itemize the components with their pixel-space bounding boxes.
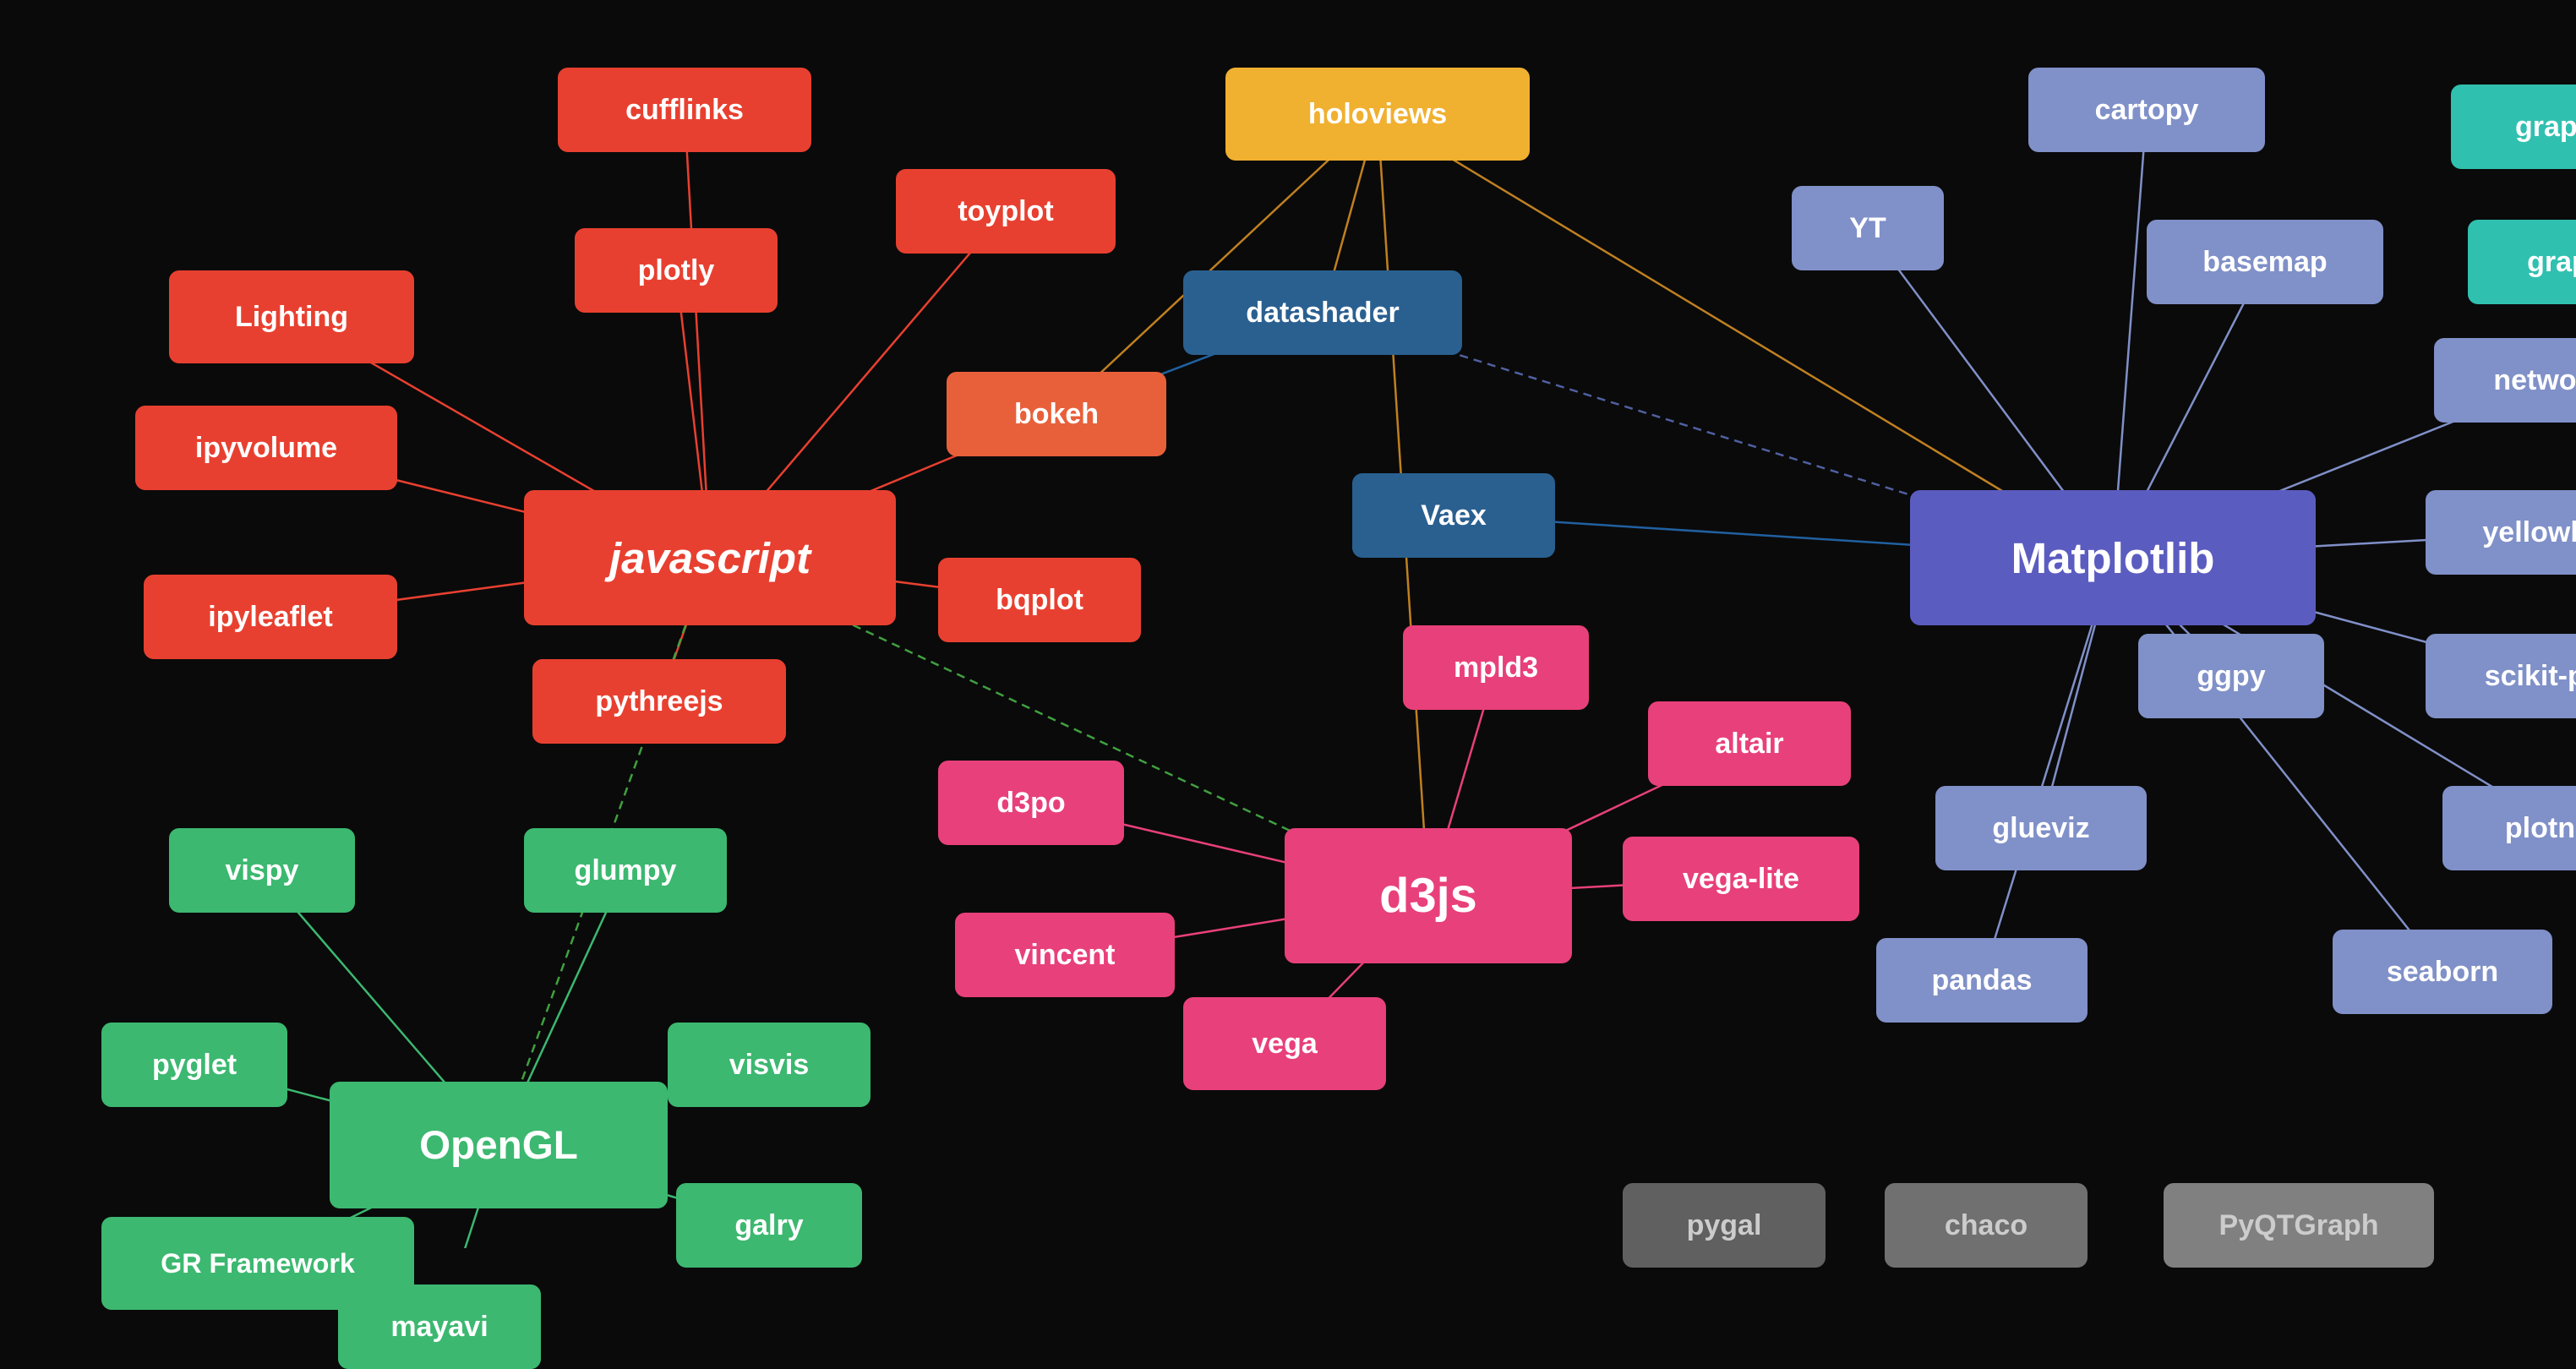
node-label-vaex: Vaex <box>1421 499 1487 532</box>
node-label-d3po: d3po <box>996 787 1065 820</box>
node-label-networkx: networkx <box>2493 364 2576 397</box>
node-bqplot[interactable]: bqplot <box>938 558 1141 642</box>
node-label-plotly: plotly <box>638 254 715 287</box>
node-label-grframework: GR Framework <box>161 1248 355 1279</box>
node-label-bqplot: bqplot <box>996 584 1083 617</box>
node-yellowbrick[interactable]: yellowbrick <box>2426 490 2576 575</box>
node-label-bokeh: bokeh <box>1014 398 1099 431</box>
node-ggpy[interactable]: ggpy <box>2138 634 2324 718</box>
node-plotnine[interactable]: plotnine <box>2442 786 2576 870</box>
node-label-holoviews: holoviews <box>1308 98 1447 131</box>
node-pythreejs[interactable]: pythreejs <box>532 659 786 744</box>
node-label-lighting: Lighting <box>235 301 348 334</box>
node-label-pyqtgraph: PyQTGraph <box>2219 1209 2379 1242</box>
node-label-visvis: visvis <box>729 1049 810 1082</box>
node-basemap[interactable]: basemap <box>2147 220 2383 304</box>
node-label-ggpy: ggpy <box>2197 660 2265 693</box>
node-label-javascript: javascript <box>609 533 810 583</box>
node-lighting[interactable]: Lighting <box>169 270 414 363</box>
node-cufflinks[interactable]: cufflinks <box>558 68 811 152</box>
node-matplotlib[interactable]: Matplotlib <box>1910 490 2316 625</box>
node-mayavi[interactable]: mayavi <box>338 1284 541 1369</box>
node-bokeh[interactable]: bokeh <box>947 372 1166 456</box>
node-holoviews[interactable]: holoviews <box>1225 68 1530 161</box>
node-label-vega: vega <box>1252 1028 1318 1061</box>
node-label-opengl: OpenGL <box>419 1122 578 1169</box>
node-graphtool[interactable]: graph-tool <box>2451 85 2576 169</box>
node-label-ipyleaflet: ipyleaflet <box>208 601 332 634</box>
node-mpld3[interactable]: mpld3 <box>1403 625 1589 710</box>
node-label-vegalite: vega-lite <box>1683 863 1799 896</box>
node-javascript[interactable]: javascript <box>524 490 896 625</box>
node-label-matplotlib: Matplotlib <box>2011 533 2215 583</box>
node-altair[interactable]: altair <box>1648 701 1851 786</box>
node-label-vispy: vispy <box>226 854 299 887</box>
node-label-seaborn: seaborn <box>2387 956 2498 989</box>
node-ipyvolume[interactable]: ipyvolume <box>135 406 397 490</box>
node-ipyleaflet[interactable]: ipyleaflet <box>144 575 397 659</box>
node-scikit-plot[interactable]: scikit-plot <box>2426 634 2576 718</box>
node-label-cufflinks: cufflinks <box>625 94 744 127</box>
node-vegalite[interactable]: vega-lite <box>1623 837 1859 921</box>
node-label-ipyvolume: ipyvolume <box>195 432 337 465</box>
node-label-yellowbrick: yellowbrick <box>2482 516 2576 549</box>
node-cartopy[interactable]: cartopy <box>2028 68 2265 152</box>
node-graphviz[interactable]: graphviz <box>2468 220 2576 304</box>
node-pandas[interactable]: pandas <box>1876 938 2088 1023</box>
node-plotly[interactable]: plotly <box>575 228 778 313</box>
node-pyglet[interactable]: pyglet <box>101 1023 287 1107</box>
node-vispy[interactable]: vispy <box>169 828 355 913</box>
node-label-graphviz: graphviz <box>2527 246 2576 279</box>
node-vega[interactable]: vega <box>1183 997 1386 1090</box>
node-label-plotnine: plotnine <box>2505 812 2576 845</box>
node-seaborn[interactable]: seaborn <box>2333 930 2552 1014</box>
node-label-pyglet: pyglet <box>152 1049 237 1082</box>
node-vincent[interactable]: vincent <box>955 913 1175 997</box>
node-label-d3js: d3js <box>1379 868 1477 924</box>
node-chaco[interactable]: chaco <box>1885 1183 2088 1268</box>
node-yt[interactable]: YT <box>1792 186 1944 270</box>
node-label-mayavi: mayavi <box>390 1311 488 1344</box>
node-label-glumpy: glumpy <box>575 854 677 887</box>
node-opengl[interactable]: OpenGL <box>330 1082 668 1208</box>
node-pyqtgraph[interactable]: PyQTGraph <box>2164 1183 2434 1268</box>
node-label-mpld3: mpld3 <box>1454 652 1538 684</box>
node-label-pandas: pandas <box>1931 964 2032 997</box>
node-label-basemap: basemap <box>2202 246 2327 279</box>
node-galry[interactable]: galry <box>676 1183 862 1268</box>
node-label-pygal: pygal <box>1687 1209 1762 1242</box>
node-label-glueviz: glueviz <box>1992 812 2089 845</box>
node-label-graphtool: graph-tool <box>2515 111 2576 144</box>
node-toyplot[interactable]: toyplot <box>896 169 1116 254</box>
node-networkx[interactable]: networkx <box>2434 338 2576 423</box>
node-label-datashader: datashader <box>1246 297 1399 330</box>
node-glumpy[interactable]: glumpy <box>524 828 727 913</box>
node-glueviz[interactable]: glueviz <box>1935 786 2147 870</box>
node-label-galry: galry <box>734 1209 803 1242</box>
node-pygal[interactable]: pygal <box>1623 1183 1826 1268</box>
node-label-scikit-plot: scikit-plot <box>2485 660 2576 693</box>
node-vaex[interactable]: Vaex <box>1352 473 1555 558</box>
node-visvis[interactable]: visvis <box>668 1023 870 1107</box>
node-d3po[interactable]: d3po <box>938 761 1124 845</box>
node-label-altair: altair <box>1715 728 1783 761</box>
node-label-vincent: vincent <box>1014 939 1115 972</box>
node-label-cartopy: cartopy <box>2095 94 2199 127</box>
node-datashader[interactable]: datashader <box>1183 270 1462 355</box>
node-label-chaco: chaco <box>1945 1209 2028 1242</box>
node-d3js[interactable]: d3js <box>1285 828 1572 963</box>
node-label-toyplot: toyplot <box>958 195 1053 228</box>
node-label-pythreejs: pythreejs <box>595 685 723 718</box>
node-label-yt: YT <box>1849 212 1886 245</box>
